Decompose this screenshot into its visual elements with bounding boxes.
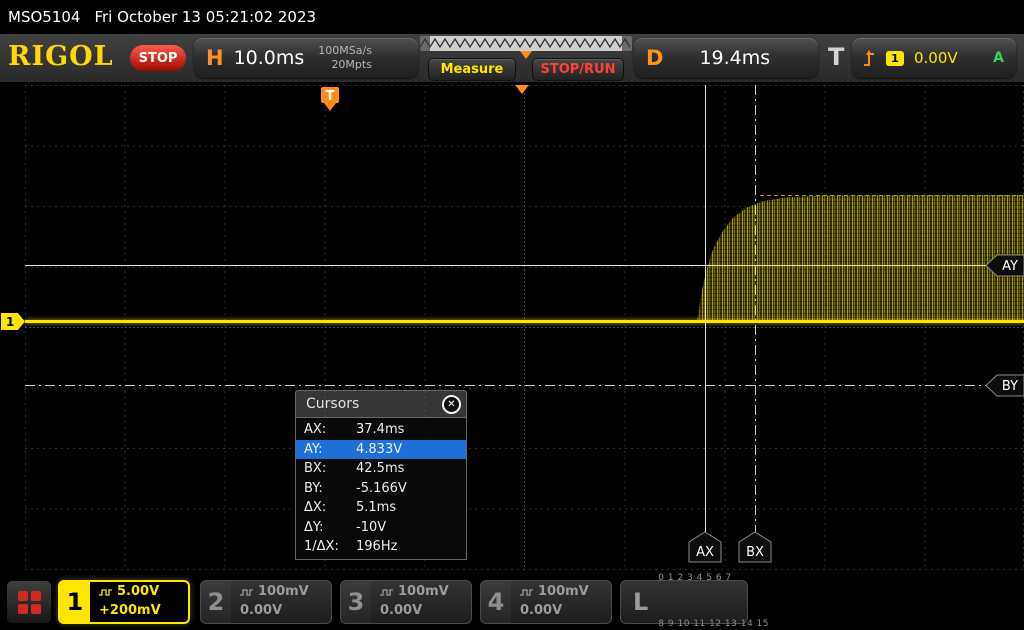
channel-4-scale: 100mV — [538, 584, 589, 600]
svg-text:BY: BY — [1002, 379, 1018, 394]
channel-1-scale: 5.00V — [117, 584, 160, 600]
cursor-row-dx[interactable]: ΔX: 5.1ms — [296, 498, 466, 518]
oscilloscope-screen: MSO5104 Fri October 13 05:21:02 2023 RIG… — [0, 0, 1024, 630]
cursor-row-ay[interactable]: AY: 4.833V — [296, 439, 466, 459]
memory-position-strip[interactable] — [419, 36, 632, 59]
trigger-position-marker-icon — [520, 51, 532, 59]
t-label: T — [828, 43, 845, 71]
cursor-row-dy[interactable]: ΔY: -10V — [296, 518, 466, 538]
stop-run-button[interactable]: STOP/RUN — [532, 58, 624, 81]
cursor-by-tag[interactable]: BY — [985, 374, 1024, 397]
sample-rate: 100MSa/s — [318, 44, 372, 58]
channel-1-values: 5.00V +200mV — [90, 582, 161, 622]
channel-3-scale: 100mV — [398, 584, 449, 600]
cursor-readout-list: AX: 37.4ms AY: 4.833V BX: 42.5ms BY: -5.… — [295, 417, 467, 560]
trigger-delay-marker[interactable] — [515, 85, 529, 94]
channel-1-number: 1 — [60, 582, 90, 622]
popup-title: Cursors — [306, 396, 360, 412]
header-bar: RIGOL STOP H 10.0ms 100MSa/s 20Mpts Meas… — [0, 34, 1024, 82]
cursor-ay-tag[interactable]: AY — [985, 254, 1024, 277]
logic-channel-numbers: 0 1 2 3 4 5 6 7 8 9 10 11 12 13 14 15 — [658, 573, 769, 630]
channel-2-values: 100mV 0.00V — [231, 581, 309, 623]
coupling-icon — [520, 589, 533, 596]
cursor-row-bx[interactable]: BX: 42.5ms — [296, 459, 466, 479]
memory-depth: 20Mpts — [331, 58, 372, 71]
cursor-overlay: AX BX AY BY T — [25, 85, 1024, 563]
trigger-slope-icon — [864, 50, 874, 66]
channel-4-number: 4 — [481, 581, 511, 623]
measure-button[interactable]: Measure — [428, 58, 516, 81]
timebase-value: 10.0ms — [233, 47, 305, 69]
coupling-icon — [380, 589, 393, 596]
channel-2-number: 2 — [201, 581, 231, 623]
trigger-source-badge: 1 — [886, 50, 904, 66]
status-bar: MSO5104 Fri October 13 05:21:02 2023 — [0, 0, 1024, 34]
waveform-display[interactable]: AX BX AY BY T — [25, 85, 1024, 570]
channel-2-scale: 100mV — [258, 584, 309, 600]
svg-text:T: T — [326, 89, 335, 104]
channel-1-offset: +200mV — [99, 603, 161, 618]
channel-3-offset: 0.00V — [380, 603, 423, 618]
coupling-icon — [99, 589, 112, 596]
coupling-icon — [240, 589, 253, 596]
cursor-row-ax[interactable]: AX: 37.4ms — [296, 420, 466, 440]
horizontal-settings-button[interactable]: H 10.0ms 100MSa/s 20Mpts — [194, 38, 418, 78]
ch1-ground-marker[interactable]: 1 — [1, 313, 25, 330]
d-label: D — [646, 46, 664, 70]
trigger-level-value: 0.00V — [914, 49, 958, 67]
trigger-sweep-mode: A — [993, 50, 1004, 66]
svg-text:AY: AY — [1002, 259, 1018, 274]
trigger-position-flag[interactable]: T — [321, 87, 339, 111]
channel-3-number: 3 — [341, 581, 371, 623]
popup-titlebar[interactable]: Cursors ✕ — [295, 390, 467, 417]
trigger-settings-button[interactable]: 1 0.00V A — [852, 38, 1016, 78]
channel-3-values: 100mV 0.00V — [371, 581, 449, 623]
channel-4-button[interactable]: 4 100mV 0.00V — [480, 580, 612, 624]
channel-4-values: 100mV 0.00V — [511, 581, 589, 623]
channel-2-offset: 0.00V — [240, 603, 283, 618]
cursor-row-inv-dx[interactable]: 1/ΔX: 196Hz — [296, 537, 466, 557]
channel-3-button[interactable]: 3 100mV 0.00V — [340, 580, 472, 624]
channel-2-button[interactable]: 2 100mV 0.00V — [200, 580, 332, 624]
menu-button[interactable] — [6, 580, 52, 624]
cursors-popup: Cursors ✕ AX: 37.4ms AY: 4.833V BX: 42.5… — [295, 390, 467, 560]
delay-value: 19.4ms — [699, 47, 771, 69]
cursor-row-by[interactable]: BY: -5.166V — [296, 479, 466, 499]
memory-waveform-icon — [419, 37, 631, 49]
logic-channels-button[interactable]: L 0 1 2 3 4 5 6 7 8 9 10 11 12 13 14 15 — [620, 573, 769, 629]
acquisition-status-badge: STOP — [130, 45, 186, 71]
close-icon[interactable]: ✕ — [442, 394, 461, 414]
menu-grid-icon — [17, 590, 41, 614]
rigol-logo: RIGOL — [8, 41, 114, 72]
model-name: MSO5104 — [8, 8, 81, 26]
datetime: Fri October 13 05:21:02 2023 — [94, 8, 317, 26]
delay-settings-button[interactable]: D 19.4ms — [634, 38, 818, 78]
channel-4-offset: 0.00V — [520, 603, 563, 618]
acquisition-info: 100MSa/s 20Mpts — [318, 44, 372, 72]
bottom-bar: 1 5.00V +200mV 2 100mV 0.00V 3 100mV 0.0… — [0, 573, 1024, 630]
channel-1-button[interactable]: 1 5.00V +200mV — [58, 580, 190, 624]
logic-label: L — [633, 588, 649, 616]
h-label: H — [206, 46, 224, 70]
